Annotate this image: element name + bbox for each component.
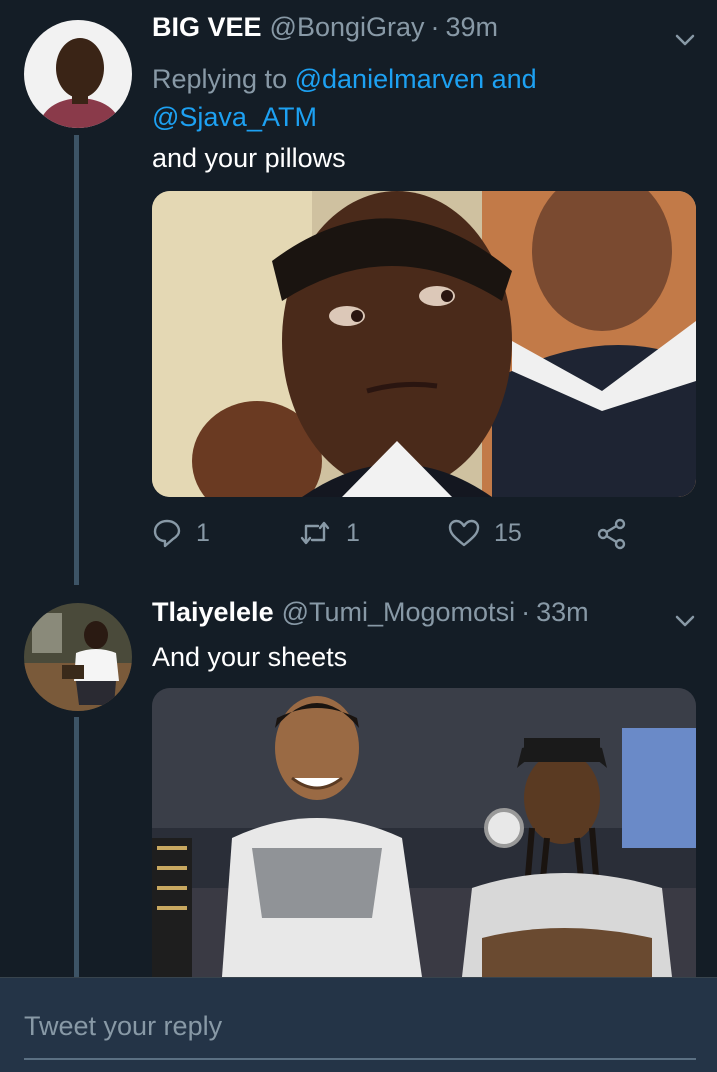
tweet-header: BIG VEE @BongiGray · 39m: [152, 12, 498, 52]
thread-line: [74, 717, 79, 977]
avatar-bigvee[interactable]: [24, 20, 132, 128]
replying-to: Replying to @danielmarven and @Sjava_ATM: [152, 60, 692, 136]
chevron-down-icon[interactable]: [673, 28, 697, 52]
photo-two-men-courtside-icon: [152, 688, 696, 977]
reply-count: 1: [196, 518, 210, 547]
author-name[interactable]: Tlaiyelele: [152, 597, 274, 628]
tweet-actions: 1 1 15: [152, 518, 632, 558]
photo-man-side-eye-icon: [152, 191, 696, 497]
like-icon: [448, 519, 480, 547]
chevron-down-icon[interactable]: [673, 609, 697, 633]
mention-danielmarven[interactable]: @danielmarven: [295, 64, 485, 94]
tweet-text: and your pillows: [152, 143, 346, 173]
reply-input[interactable]: [24, 1000, 696, 1060]
share-action[interactable]: [596, 518, 642, 550]
tweet-media-photo[interactable]: [152, 191, 696, 497]
share-icon: [597, 518, 626, 550]
author-handle[interactable]: @BongiGray: [270, 12, 425, 43]
separator-dot: ·: [521, 597, 531, 627]
retweet-count: 1: [346, 518, 360, 547]
author-handle[interactable]: @Tumi_Mogomotsi: [282, 597, 515, 628]
like-action[interactable]: 15: [448, 518, 522, 548]
tweet-tlaiyelele[interactable]: Tlaiyelele @Tumi_Mogomotsi · 33m And you…: [0, 585, 717, 977]
retweet-icon: [300, 521, 330, 545]
tweet-text: And your sheets: [152, 642, 348, 672]
mention-sjava[interactable]: @Sjava_ATM: [152, 102, 317, 132]
tweet-media-photo[interactable]: [152, 688, 696, 977]
avatar-tlaiyelele[interactable]: [24, 603, 132, 711]
separator-dot: ·: [430, 12, 440, 42]
timestamp[interactable]: 33m: [536, 597, 589, 628]
tweet-bigvee[interactable]: BIG VEE @BongiGray · 39m Replying to @da…: [0, 0, 717, 585]
replying-to-label: Replying to: [152, 64, 288, 94]
author-name[interactable]: BIG VEE: [152, 12, 262, 43]
reply-action[interactable]: 1: [152, 518, 210, 548]
reply-icon: [153, 519, 181, 548]
retweet-action[interactable]: 1: [298, 518, 360, 548]
thread-line: [74, 135, 79, 585]
timestamp[interactable]: 39m: [446, 12, 499, 43]
like-count: 15: [494, 518, 522, 547]
tweet-header: Tlaiyelele @Tumi_Mogomotsi · 33m: [152, 597, 589, 637]
reply-composer: [0, 977, 717, 1072]
mention-and[interactable]: and: [492, 64, 537, 94]
